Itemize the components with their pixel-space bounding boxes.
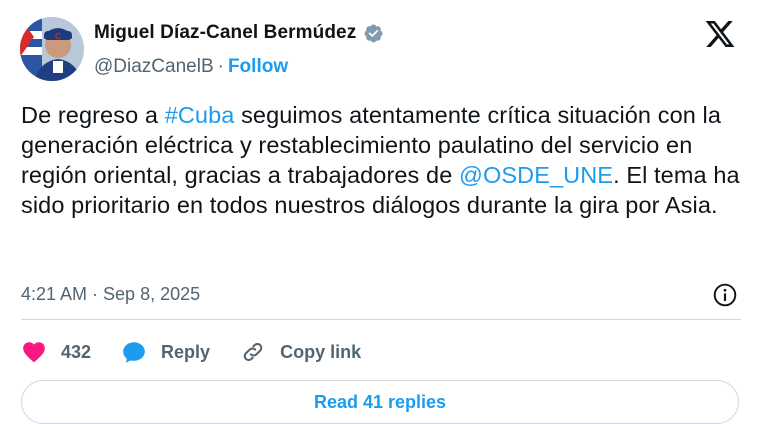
read-replies-button[interactable]: Read 41 replies (21, 380, 739, 424)
heart-icon (23, 342, 45, 363)
tweet-actions: 432 Reply Copy link (21, 336, 391, 368)
author-handle[interactable]: @DiazCanelB (94, 56, 214, 77)
link-icon (243, 342, 263, 362)
reply-bubble-icon (123, 342, 145, 363)
avatar[interactable]: C (20, 17, 84, 81)
like-button[interactable]: 432 (21, 339, 91, 365)
verified-badge-icon (364, 24, 383, 42)
hashtag-link[interactable]: #Cuba (165, 102, 235, 128)
divider (21, 319, 741, 320)
reply-button[interactable]: Reply (121, 339, 210, 365)
copy-link-label: Copy link (280, 341, 362, 362)
author-name-row: Miguel Díaz-Canel Bermúdez (94, 22, 384, 44)
mention-link[interactable]: @OSDE_UNE (459, 162, 613, 188)
reply-label: Reply (161, 341, 211, 362)
x-logo-icon[interactable] (704, 18, 736, 50)
svg-text:C: C (55, 32, 61, 41)
copy-link-button[interactable]: Copy link (240, 339, 361, 365)
tweet-timestamp[interactable]: 4:21 AM · Sep 8, 2025 (21, 284, 200, 305)
follow-button[interactable]: Follow (228, 56, 288, 77)
like-count: 432 (61, 341, 92, 362)
author-name[interactable]: Miguel Díaz-Canel Bermúdez (94, 22, 356, 44)
info-icon[interactable] (712, 282, 738, 308)
tweet-text-part: De regreso a (21, 102, 165, 128)
author-handle-row: @DiazCanelB · Follow (94, 56, 288, 78)
tweet-card: C Miguel Díaz-Canel Bermúdez @DiazCanelB… (0, 0, 766, 424)
avatar-image: C (20, 17, 84, 81)
tweet-text: De regreso a #Cuba seguimos atentamente … (21, 100, 751, 220)
separator-dot: · (217, 56, 224, 77)
